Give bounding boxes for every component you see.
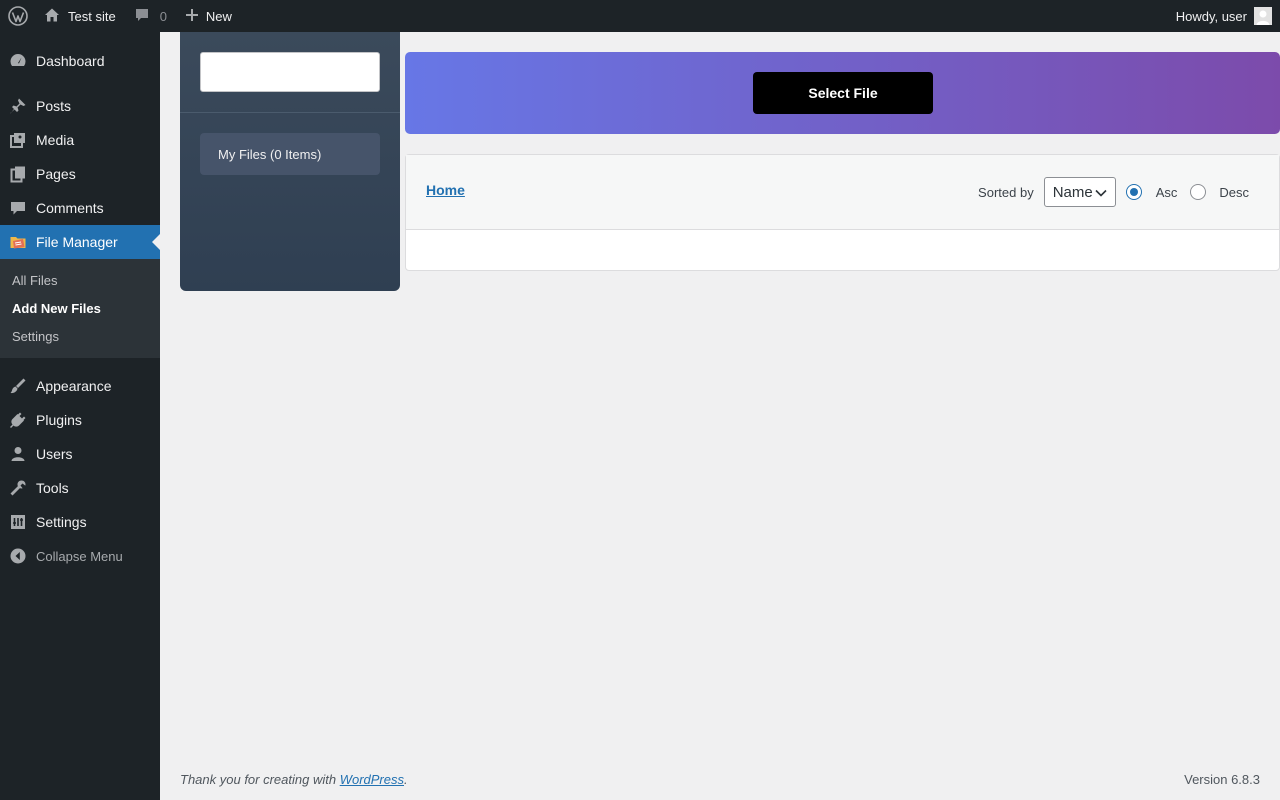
- brush-icon: [0, 377, 36, 395]
- media-icon: [0, 131, 36, 149]
- collapse-arrow-icon: [0, 548, 36, 564]
- sort-asc-radio[interactable]: [1125, 184, 1142, 200]
- sidebar-item-label: Comments: [36, 200, 104, 216]
- site-name-link[interactable]: Test site: [44, 0, 116, 32]
- wrench-icon: [0, 479, 36, 497]
- sidebar-item-label: Tools: [36, 480, 69, 496]
- sidebar-item-label: Posts: [36, 98, 72, 114]
- file-list-toolbar: Home Sorted by Name Asc Desc: [406, 155, 1279, 230]
- file-list-panel: Home Sorted by Name Asc Desc: [405, 154, 1280, 271]
- submenu-item-add-new-files[interactable]: Add New Files: [0, 294, 160, 322]
- sort-controls: Sorted by Name Asc Desc: [978, 177, 1249, 207]
- collapse-menu-label: Collapse Menu: [36, 548, 123, 564]
- sidebar-item-settings[interactable]: Settings: [0, 505, 160, 539]
- new-label: New: [205, 8, 232, 24]
- sort-desc-label: Desc: [1219, 184, 1249, 200]
- sidebar-item-appearance[interactable]: Appearance: [0, 369, 160, 403]
- sidebar-item-users[interactable]: Users: [0, 437, 160, 471]
- avatar: [1254, 7, 1272, 25]
- sidebar-item-pages[interactable]: Pages: [0, 157, 160, 191]
- file-manager-icon: [0, 233, 36, 251]
- upload-header: Select File: [405, 52, 1280, 134]
- admin-bar: Test site 0 New Howdy, user: [0, 0, 1280, 32]
- pushpin-icon: [0, 97, 36, 115]
- sidebar-item-file-manager[interactable]: File Manager: [0, 225, 160, 259]
- home-icon: [44, 7, 60, 26]
- admin-sidebar-menu: Dashboard Posts Media Pages Comments Fil…: [0, 32, 160, 800]
- sorted-by-label: Sorted by: [978, 184, 1034, 200]
- sidebar-item-label: Users: [36, 446, 73, 462]
- sort-desc-radio[interactable]: [1190, 184, 1207, 200]
- plugin-icon: [0, 411, 36, 429]
- comments-link[interactable]: 0: [134, 0, 167, 32]
- comment-bubble-icon: [134, 7, 150, 26]
- sidebar-item-label: Pages: [36, 166, 76, 182]
- sidebar-item-label: Settings: [36, 514, 87, 530]
- chevron-down-icon: [1095, 184, 1107, 201]
- sidebar-item-dashboard[interactable]: Dashboard: [0, 44, 160, 78]
- sidebar-item-plugins[interactable]: Plugins: [0, 403, 160, 437]
- sort-by-select[interactable]: Name: [1043, 177, 1116, 207]
- submenu-item-settings[interactable]: Settings: [0, 322, 160, 350]
- select-file-button[interactable]: Select File: [753, 72, 933, 114]
- footer-thanks-suffix: .: [404, 772, 408, 787]
- sidebar-item-comments[interactable]: Comments: [0, 191, 160, 225]
- site-name: Test site: [68, 8, 116, 24]
- search-input[interactable]: [200, 52, 380, 92]
- plus-icon: [185, 8, 199, 25]
- my-account-link[interactable]: Howdy, user: [1176, 0, 1272, 32]
- wordpress-logo-icon[interactable]: [2, 0, 34, 32]
- sidebar-item-tools[interactable]: Tools: [0, 471, 160, 505]
- panel-divider: [180, 112, 400, 113]
- footer-thanks: Thank you for creating with WordPress.: [180, 772, 408, 787]
- sort-asc-label: Asc: [1155, 184, 1178, 200]
- new-content-link[interactable]: New: [185, 0, 232, 32]
- pages-icon: [0, 165, 36, 183]
- sort-selected-value: Name: [1052, 183, 1093, 201]
- sidebar-item-label: Appearance: [36, 378, 112, 394]
- settings-icon: [0, 513, 36, 531]
- sidebar-item-media[interactable]: Media: [0, 123, 160, 157]
- file-manager-folder-panel: My Files (0 Items): [180, 32, 400, 291]
- users-icon: [0, 445, 36, 463]
- comments-count: 0: [159, 8, 167, 24]
- breadcrumb-home-link[interactable]: Home: [426, 182, 465, 198]
- sidebar-item-label: Plugins: [36, 412, 82, 428]
- collapse-menu-button[interactable]: Collapse Menu: [0, 539, 160, 573]
- howdy-greeting: Howdy, user: [1175, 8, 1247, 24]
- sidebar-item-label: Media: [36, 132, 75, 148]
- sidebar-item-posts[interactable]: Posts: [0, 89, 160, 123]
- file-manager-submenu: All Files Add New Files Settings: [0, 259, 160, 358]
- my-files-folder[interactable]: My Files (0 Items): [200, 133, 380, 175]
- footer-thanks-prefix: Thank you for creating with: [180, 772, 340, 787]
- sidebar-item-label: File Manager: [36, 234, 118, 250]
- footer-version: Version 6.8.3: [1184, 772, 1260, 787]
- dashboard-icon: [0, 52, 36, 70]
- wordpress-link[interactable]: WordPress: [340, 772, 404, 787]
- submenu-item-all-files[interactable]: All Files: [0, 266, 160, 294]
- comment-icon: [0, 199, 36, 217]
- sidebar-item-label: Dashboard: [36, 53, 105, 69]
